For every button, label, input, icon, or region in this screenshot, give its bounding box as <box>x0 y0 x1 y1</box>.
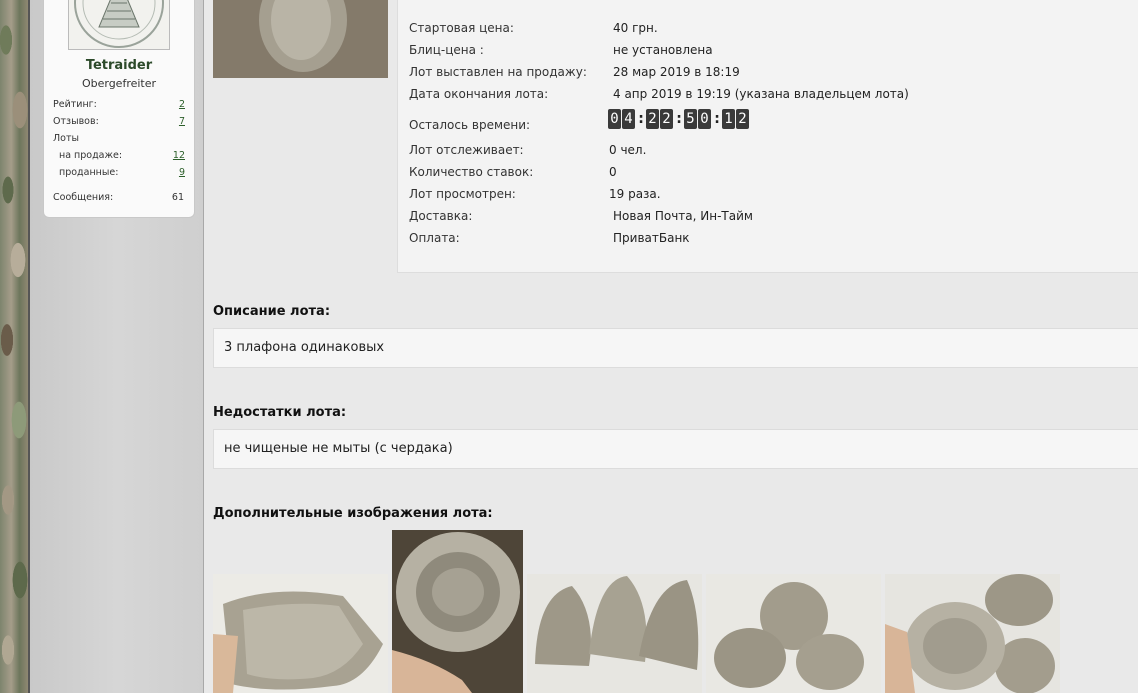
timer-digit: 5 <box>684 109 697 129</box>
on-sale-label: на продаже: <box>59 150 123 161</box>
views-value: 19 раза. <box>609 187 661 201</box>
lamp-shade-photo <box>213 574 388 693</box>
rating-link[interactable]: 2 <box>155 99 185 110</box>
timer-separator: : <box>676 111 682 127</box>
messages-count: 61 <box>171 192 184 203</box>
delivery-label: Доставка: <box>409 209 473 223</box>
watchers-value: 0 чел. <box>609 143 647 157</box>
rating-label: Рейтинг: <box>53 99 97 110</box>
user-name[interactable]: Tetraider <box>44 58 194 73</box>
lamp-shade-photo <box>706 574 881 693</box>
views-label: Лот просмотрен: <box>409 187 516 201</box>
lamp-shade-photo <box>885 574 1060 693</box>
reviews-link[interactable]: 7 <box>155 116 185 127</box>
description-title: Описание лота: <box>213 304 331 319</box>
timer-separator: : <box>638 111 644 127</box>
start-price-value: 40 грн. <box>613 21 658 35</box>
listed-date-value: 28 мар 2019 в 18:19 <box>613 65 740 79</box>
description-text: 3 плафона одинаковых <box>224 340 385 355</box>
timer-digit: 0 <box>698 109 711 129</box>
gallery-image[interactable] <box>213 574 388 693</box>
lot-info-panel: Стартовая цена: 40 грн. Блиц-цена : не у… <box>397 0 1138 273</box>
gallery-image[interactable] <box>527 574 702 693</box>
flaws-title: Недостатки лота: <box>213 405 347 420</box>
gallery-image[interactable] <box>706 574 881 693</box>
lamp-shade-photo <box>213 0 388 78</box>
bids-value: 0 <box>609 165 617 179</box>
gallery-title: Дополнительные изображения лота: <box>213 506 493 521</box>
delivery-value: Новая Почта, Ин-Тайм <box>613 209 753 223</box>
blitz-price-value: не установлена <box>613 43 713 57</box>
timer-digit: 4 <box>622 109 635 129</box>
blitz-price-label: Блиц-цена : <box>409 43 484 57</box>
main-lot-image[interactable] <box>213 0 388 78</box>
timer-digit: 2 <box>660 109 673 129</box>
user-card: Tetraider Obergefreiter Рейтинг: 2 Отзыв… <box>43 0 195 218</box>
timer-separator: : <box>714 111 720 127</box>
timer-digit: 2 <box>736 109 749 129</box>
avatar-emblem-icon <box>69 0 169 49</box>
gallery-image[interactable] <box>885 574 1060 693</box>
lamp-shade-photo <box>392 530 523 693</box>
bids-label: Количество ставок: <box>409 165 534 179</box>
time-left-label: Осталось времени: <box>409 118 531 132</box>
listed-date-label: Лот выставлен на продажу: <box>409 65 587 79</box>
gallery-image[interactable] <box>392 530 523 693</box>
sold-link[interactable]: 9 <box>155 167 185 178</box>
flaws-text: не чищеные не мыты (с чердака) <box>224 441 453 456</box>
watchers-label: Лот отслеживает: <box>409 143 524 157</box>
end-date-label: Дата окончания лота: <box>409 87 549 101</box>
timer-digit: 1 <box>722 109 735 129</box>
messages-label: Сообщения: <box>53 192 114 203</box>
description-box: 3 плафона одинаковых <box>213 328 1138 368</box>
payment-label: Оплата: <box>409 231 460 245</box>
timer-digit: 0 <box>608 109 621 129</box>
user-rank: Obergefreiter <box>81 77 157 90</box>
countdown-timer: 0 4 : 2 2 : 5 0 : 1 2 <box>608 108 750 130</box>
user-avatar[interactable] <box>68 0 170 50</box>
background-camo-strip <box>0 0 28 693</box>
timer-digit: 2 <box>646 109 659 129</box>
sold-label: проданные: <box>59 167 119 178</box>
end-date-value: 4 апр 2019 в 19:19 (указана владельцем л… <box>613 87 909 101</box>
flaws-box: не чищеные не мыты (с чердака) <box>213 429 1138 469</box>
on-sale-link[interactable]: 12 <box>155 150 185 161</box>
start-price-label: Стартовая цена: <box>409 21 514 35</box>
seller-sidebar: Tetraider Obergefreiter Рейтинг: 2 Отзыв… <box>30 0 204 693</box>
lots-label: Лоты <box>53 133 79 144</box>
reviews-label: Отзывов: <box>53 116 99 127</box>
lamp-shade-photo <box>527 574 702 693</box>
payment-value: ПриватБанк <box>613 231 690 245</box>
